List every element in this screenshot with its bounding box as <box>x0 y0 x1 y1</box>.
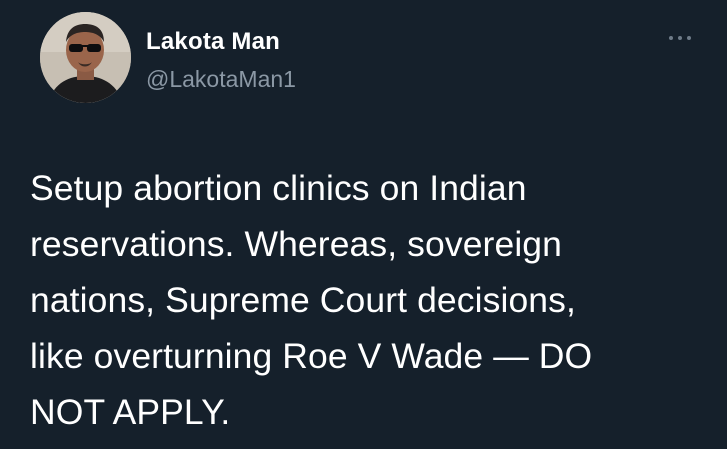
tweet-author: Lakota Man @LakotaMan1 <box>146 27 296 95</box>
tweet-text: Setup abortion clinics on Indian reserva… <box>30 160 690 440</box>
tweet-text-line: Setup abortion clinics on Indian <box>30 168 527 208</box>
tweet-text-line: reservations. Whereas, sovereign <box>30 224 562 264</box>
tweet-text-line: nations, Supreme Court decisions, <box>30 280 576 320</box>
author-display-name[interactable]: Lakota Man <box>146 27 296 57</box>
avatar[interactable] <box>40 12 131 103</box>
more-dot <box>678 36 682 40</box>
tweet-text-line: NOT APPLY. <box>30 392 231 432</box>
tweet-text-line: like overturning Roe V Wade — DO <box>30 336 593 376</box>
author-handle[interactable]: @LakotaMan1 <box>146 63 296 95</box>
avatar-photo <box>40 12 131 103</box>
more-horizontal-icon[interactable] <box>669 34 691 42</box>
more-dot <box>687 36 691 40</box>
more-dot <box>669 36 673 40</box>
tweet-card: Lakota Man @LakotaMan1 Setup abortion cl… <box>0 0 727 449</box>
